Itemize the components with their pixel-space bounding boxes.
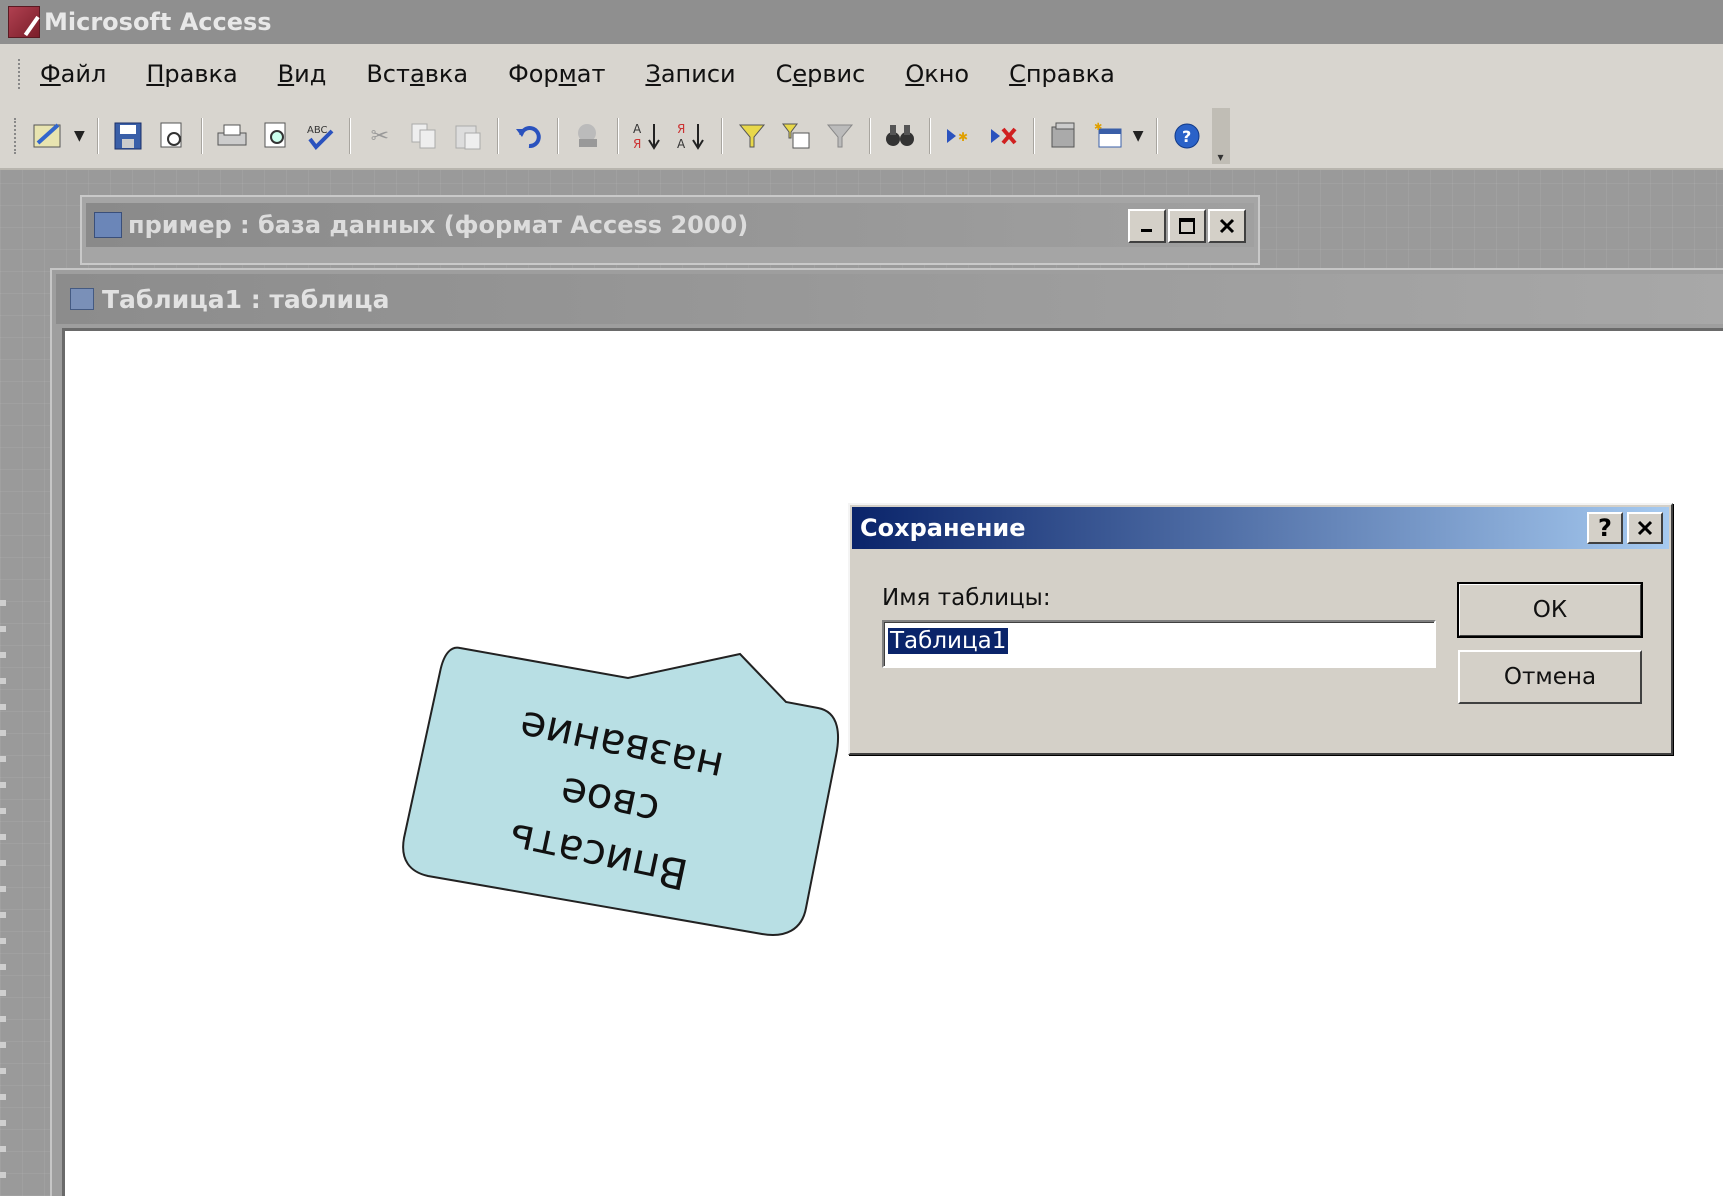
svg-text:Я: Я xyxy=(633,137,641,151)
copy-icon[interactable] xyxy=(405,117,443,155)
filter-by-form-icon[interactable] xyxy=(777,117,815,155)
sort-descending-icon[interactable]: ЯА xyxy=(673,117,711,155)
save-dialog-titlebar[interactable]: Сохранение ? xyxy=(852,507,1669,549)
toolbar-separator xyxy=(928,118,931,154)
menu-window[interactable]: Окно xyxy=(905,60,969,88)
undo-icon[interactable] xyxy=(509,117,547,155)
toolbar-separator xyxy=(1155,118,1158,154)
help-button[interactable]: ? xyxy=(1587,512,1623,544)
menu-insert[interactable]: Вставка xyxy=(366,60,468,88)
database-window: пример : база данных (формат Access 2000… xyxy=(80,195,1260,265)
ok-button[interactable]: ОК xyxy=(1457,582,1643,638)
table-name-label: Имя таблицы: xyxy=(882,585,1051,611)
menu-format[interactable]: Формат xyxy=(508,60,605,88)
menu-help[interactable]: Справка xyxy=(1009,60,1115,88)
maximize-button[interactable] xyxy=(1168,209,1206,243)
toolbar-separator xyxy=(720,118,723,154)
table-window-title: Таблица1 : таблица xyxy=(102,284,390,314)
svg-text:А: А xyxy=(633,122,642,136)
table-window-titlebar[interactable]: Таблица1 : таблица xyxy=(56,274,1723,324)
toolbar-separator xyxy=(1032,118,1035,154)
menu-grip[interactable] xyxy=(18,59,22,89)
database-icon xyxy=(94,212,122,238)
menu-view[interactable]: Вид xyxy=(278,60,327,88)
minimize-button[interactable] xyxy=(1128,209,1166,243)
find-binoculars-icon[interactable] xyxy=(881,117,919,155)
spelling-icon[interactable]: ABC xyxy=(301,117,339,155)
paste-icon[interactable] xyxy=(449,117,487,155)
toolbar-separator xyxy=(868,118,871,154)
svg-text:ABC: ABC xyxy=(307,125,328,136)
svg-text:Я: Я xyxy=(677,122,685,136)
database-window-title: пример : база данных (формат Access 2000… xyxy=(128,211,749,239)
svg-text:✱: ✱ xyxy=(958,130,968,144)
table-name-input[interactable]: Таблица1 xyxy=(882,620,1436,668)
table-icon xyxy=(70,288,94,310)
new-record-icon[interactable]: ✱ xyxy=(941,117,979,155)
svg-text:?: ? xyxy=(1182,127,1191,146)
office-links-icon[interactable] xyxy=(569,117,607,155)
help-icon[interactable]: ? xyxy=(1168,117,1206,155)
menu-tools[interactable]: Сервис xyxy=(776,60,866,88)
close-button[interactable] xyxy=(1208,209,1246,243)
svg-text:✱: ✱ xyxy=(1094,122,1102,133)
print-icon[interactable] xyxy=(213,117,251,155)
menu-bar: Файл Правка Вид Вставка Формат Записи Се… xyxy=(0,44,1723,104)
close-button[interactable] xyxy=(1627,512,1663,544)
filter-by-selection-icon[interactable] xyxy=(733,117,771,155)
app-title-bar: Microsoft Access xyxy=(0,0,1723,44)
file-search-icon[interactable] xyxy=(153,117,191,155)
save-dialog: Сохранение ? Имя таблицы: Таблица1 ОК От… xyxy=(848,503,1673,755)
save-dialog-controls: ? xyxy=(1587,512,1663,544)
menu-file[interactable]: Файл xyxy=(40,60,106,88)
access-app-icon xyxy=(8,6,40,38)
app-title: Microsoft Access xyxy=(44,8,272,36)
close-icon xyxy=(1637,520,1653,536)
database-window-controls xyxy=(1128,209,1246,243)
toolbar-separator xyxy=(96,118,99,154)
toolbar-grip[interactable] xyxy=(14,118,18,154)
view-design-icon[interactable] xyxy=(30,117,68,155)
background-edge xyxy=(0,600,6,1196)
database-window-icon[interactable] xyxy=(1045,117,1083,155)
cancel-button[interactable]: Отмена xyxy=(1458,650,1642,704)
delete-record-icon[interactable] xyxy=(985,117,1023,155)
toolbar-separator xyxy=(496,118,499,154)
cut-icon[interactable]: ✂ xyxy=(361,117,399,155)
toolbar-separator xyxy=(616,118,619,154)
svg-text:А: А xyxy=(677,137,686,151)
save-dialog-title: Сохранение xyxy=(860,514,1026,542)
sort-ascending-icon[interactable]: АЯ xyxy=(629,117,667,155)
toolbar-separator xyxy=(556,118,559,154)
menu-records[interactable]: Записи xyxy=(645,60,735,88)
view-dropdown-arrow-icon[interactable]: ▼ xyxy=(74,128,85,144)
new-object-dropdown-arrow-icon[interactable]: ▼ xyxy=(1133,128,1144,144)
print-preview-icon[interactable] xyxy=(257,117,295,155)
menu-edit[interactable]: Правка xyxy=(146,60,237,88)
toolbar: ▼ ABC ✂ АЯ ЯА ✱ ✱ ▼ ? ▾ xyxy=(0,104,1723,170)
new-object-icon[interactable]: ✱ xyxy=(1089,117,1127,155)
apply-filter-icon[interactable] xyxy=(821,117,859,155)
toolbar-separator xyxy=(348,118,351,154)
toolbar-separator xyxy=(200,118,203,154)
table-name-value: Таблица1 xyxy=(888,628,1009,654)
table-design-area[interactable] xyxy=(62,328,1723,1196)
database-window-titlebar[interactable]: пример : база данных (формат Access 2000… xyxy=(86,203,1254,247)
save-icon[interactable] xyxy=(109,117,147,155)
toolbar-options-icon[interactable]: ▾ xyxy=(1211,108,1230,164)
